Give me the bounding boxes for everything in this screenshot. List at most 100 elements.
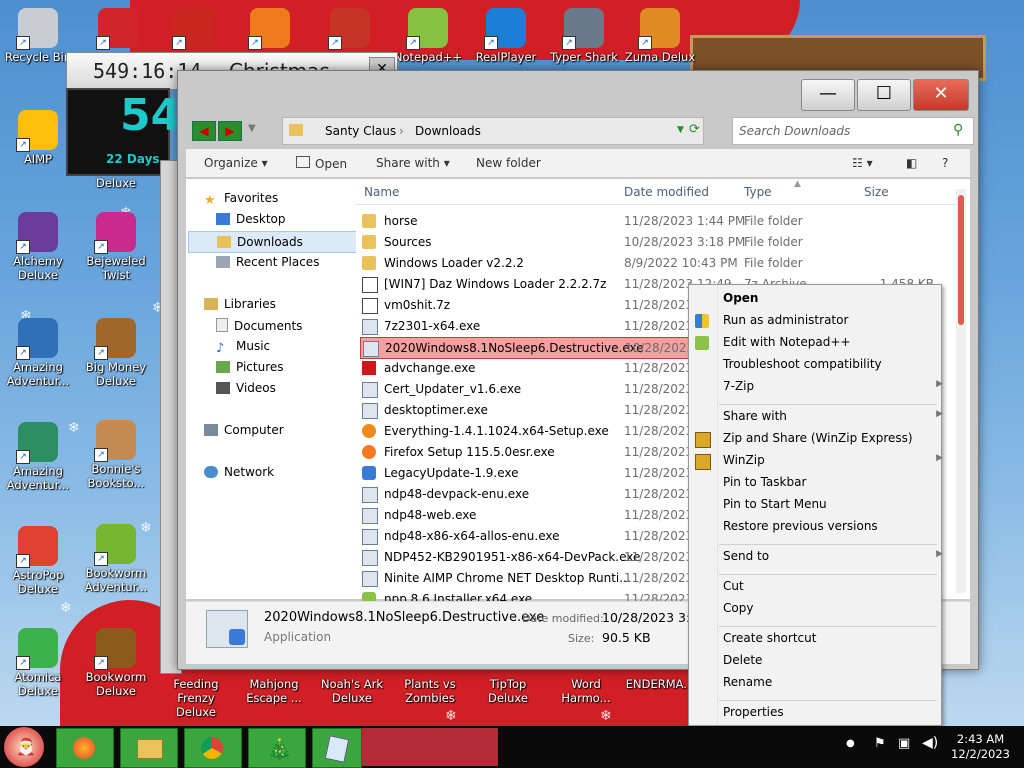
scrollbar-thumb[interactable] xyxy=(958,195,964,325)
menu-item-create-shortcut[interactable]: Create shortcut xyxy=(723,631,933,645)
desktop-icon-top-7[interactable]: ↗ Zuma Delux xyxy=(620,8,700,64)
desktop-icon-left-6[interactable]: ↗ Atomica Deluxe xyxy=(0,628,78,698)
show-hidden-icons-icon[interactable]: ● xyxy=(846,738,855,749)
nav-documents[interactable]: Documents xyxy=(216,318,302,333)
new-folder-button[interactable]: New folder xyxy=(476,156,541,170)
desktop-icon-col2-2[interactable]: ↗ Big Money Deluxe xyxy=(76,318,156,388)
taskbar-firefox[interactable] xyxy=(56,728,114,768)
desktop-icon-top-4[interactable]: ↗ Notepad++ xyxy=(388,8,468,64)
preview-pane-icon[interactable]: ◧ xyxy=(906,156,917,170)
desktop-icon-col2-4[interactable]: ↗ Bookworm Adventur... xyxy=(76,524,156,594)
minimize-button[interactable]: — xyxy=(801,79,855,111)
desktop-icon-bottom-4[interactable]: TipTop Deluxe xyxy=(468,677,548,705)
vertical-scrollbar[interactable] xyxy=(956,189,966,593)
taskbar-explorer[interactable] xyxy=(120,728,178,768)
open-button[interactable]: Open xyxy=(296,156,347,171)
search-icon[interactable]: ⚲ xyxy=(953,122,963,138)
recent-pages-chevron-icon[interactable]: ▼ xyxy=(248,123,256,134)
change-view-icon[interactable]: ☷ ▾ xyxy=(852,156,873,170)
menu-item-open[interactable]: Open xyxy=(723,291,933,305)
desktop-icon-col2-5[interactable]: ↗ Bookworm Deluxe xyxy=(76,628,156,698)
menu-item-restore-previous-versions[interactable]: Restore previous versions xyxy=(723,519,933,533)
nav-network-label: Network xyxy=(224,465,275,479)
maximize-button[interactable]: ☐ xyxy=(857,79,911,111)
desktop-icon-top-5[interactable]: ↗ RealPlayer xyxy=(466,8,546,64)
clock[interactable]: 2:43 AM 12/2/2023 xyxy=(951,732,1010,762)
column-header-date[interactable]: Date modified xyxy=(624,185,709,199)
volume-icon[interactable]: ◀) xyxy=(922,735,938,751)
menu-item-cut[interactable]: Cut xyxy=(723,579,933,593)
share-with-button[interactable]: Share with ▾ xyxy=(376,156,450,170)
desktop-icon-col2-1[interactable]: ↗ Bejeweled Twist xyxy=(76,212,156,282)
network-tray-icon[interactable]: ▣ xyxy=(898,736,910,751)
menu-item-run-as-administrator[interactable]: Run as administrator xyxy=(723,313,933,327)
desktop-icon-left-4[interactable]: ↗ Amazing Adventur... xyxy=(0,422,78,492)
shortcut-arrow-icon: ↗ xyxy=(16,554,30,568)
desktop-icon-top-1[interactable]: ↗ xyxy=(154,8,234,50)
desktop-icon-left-3[interactable]: ↗ Amazing Adventur... xyxy=(0,318,78,388)
file-row[interactable]: horse 11/28/2023 1:44 PM File folder xyxy=(360,211,940,231)
column-header-type[interactable]: Type xyxy=(744,185,772,199)
help-icon[interactable]: ? xyxy=(942,156,948,170)
selected-file-name: 2020Windows8.1NoSleep6.Destructive.exe xyxy=(264,610,545,625)
menu-item-edit-with-notepad[interactable]: Edit with Notepad++ xyxy=(723,335,933,349)
menu-item-pin-to-start-menu[interactable]: Pin to Start Menu xyxy=(723,497,933,511)
nav-libraries[interactable]: Libraries xyxy=(204,297,276,311)
menu-item-delete[interactable]: Delete xyxy=(723,653,933,667)
menu-item-pin-to-taskbar[interactable]: Pin to Taskbar xyxy=(723,475,933,489)
desktop-icon-col2-3[interactable]: ↗ Bonnie's Booksto... xyxy=(76,420,156,490)
desktop-icon-bottom-2[interactable]: Noah's Ark Deluxe xyxy=(312,677,392,705)
address-bar[interactable]: Santy Claus › Downloads ▼ ⟳ xyxy=(282,117,704,145)
search-input[interactable]: Search Downloads xyxy=(739,124,850,138)
close-button[interactable]: ✕ xyxy=(913,79,969,111)
nav-recent-places[interactable]: Recent Places xyxy=(216,255,319,269)
desktop-icon-bottom-5[interactable]: Word Harmo... xyxy=(546,677,626,705)
taskbar-chrome[interactable] xyxy=(184,728,242,768)
action-center-icon[interactable]: ⚑ xyxy=(874,736,886,751)
nav-pictures[interactable]: Pictures xyxy=(216,360,284,374)
nav-downloads[interactable]: Downloads xyxy=(188,231,368,253)
desktop-icon-bottom-1[interactable]: Mahjong Escape ... xyxy=(234,677,314,705)
column-header-size[interactable]: Size xyxy=(864,185,889,199)
file-row[interactable]: Sources 10/28/2023 3:18 PM File folder xyxy=(360,232,940,252)
countdown-days: 22 Days xyxy=(106,152,160,166)
forward-button[interactable]: ▶ xyxy=(218,121,242,141)
column-header-name[interactable]: Name xyxy=(364,185,399,199)
menu-item-rename[interactable]: Rename xyxy=(723,675,933,689)
breadcrumb-santy-claus[interactable]: Santy Claus xyxy=(325,124,396,138)
desktop-icon-left-2[interactable]: ↗ Alchemy Deluxe xyxy=(0,212,78,282)
desktop-icon-top-0[interactable]: ↗ xyxy=(78,8,158,50)
menu-item-share-with[interactable]: Share with ▶ xyxy=(723,409,943,423)
organize-button[interactable]: Organize ▾ xyxy=(204,156,268,170)
breadcrumb-downloads[interactable]: Downloads xyxy=(415,124,481,138)
search-box[interactable]: Search Downloads ⚲ xyxy=(732,117,974,145)
menu-item-zip-and-share-winzip-express[interactable]: Zip and Share (WinZip Express) xyxy=(723,431,933,445)
refresh-icon[interactable]: ⟳ xyxy=(689,122,700,137)
desktop-icon-bottom-3[interactable]: Plants vs Zombies xyxy=(390,677,470,705)
nav-network[interactable]: Network xyxy=(204,465,274,479)
menu-item-troubleshoot-compatibility[interactable]: Troubleshoot compatibility xyxy=(723,357,933,371)
menu-item-winzip[interactable]: WinZip ▶ xyxy=(723,453,943,467)
menu-item-copy[interactable]: Copy xyxy=(723,601,933,615)
menu-item-send-to[interactable]: Send to ▶ xyxy=(723,549,943,563)
desktop-icon-bottom-0[interactable]: Feeding Frenzy Deluxe xyxy=(156,677,236,719)
desktop-icon-top-2[interactable]: ↗ xyxy=(230,8,310,50)
taskbar-christmas[interactable]: 🎄 xyxy=(248,728,306,768)
nav-computer[interactable]: Computer xyxy=(204,423,284,437)
nav-favorites[interactable]: ★ Favorites xyxy=(204,191,278,208)
desktop-icon-left-5[interactable]: ↗ AstroPop Deluxe xyxy=(0,526,78,596)
start-button[interactable]: 🎅 xyxy=(4,727,44,767)
menu-item-7-zip[interactable]: 7-Zip ▶ xyxy=(723,379,943,393)
desktop-icon-top-3[interactable]: ↗ xyxy=(310,8,390,50)
nav-music[interactable]: ♪ Music xyxy=(216,339,270,356)
desktop-icon-col2-0[interactable]: Deluxe xyxy=(76,176,156,190)
back-button[interactable]: ◀ xyxy=(192,121,216,141)
taskbar-notepad[interactable] xyxy=(312,728,362,768)
address-dropdown-icon[interactable]: ▼ xyxy=(677,125,684,135)
nav-desktop[interactable]: Desktop xyxy=(216,212,286,226)
app-icon: ↗ xyxy=(16,526,58,568)
menu-item-properties[interactable]: Properties xyxy=(723,705,933,719)
nav-videos[interactable]: Videos xyxy=(216,381,276,395)
desktop-icon-top-6[interactable]: ↗ Typer Shark xyxy=(544,8,624,64)
file-row[interactable]: Windows Loader v2.2.2 8/9/2022 10:43 PM Fi… xyxy=(360,253,940,273)
